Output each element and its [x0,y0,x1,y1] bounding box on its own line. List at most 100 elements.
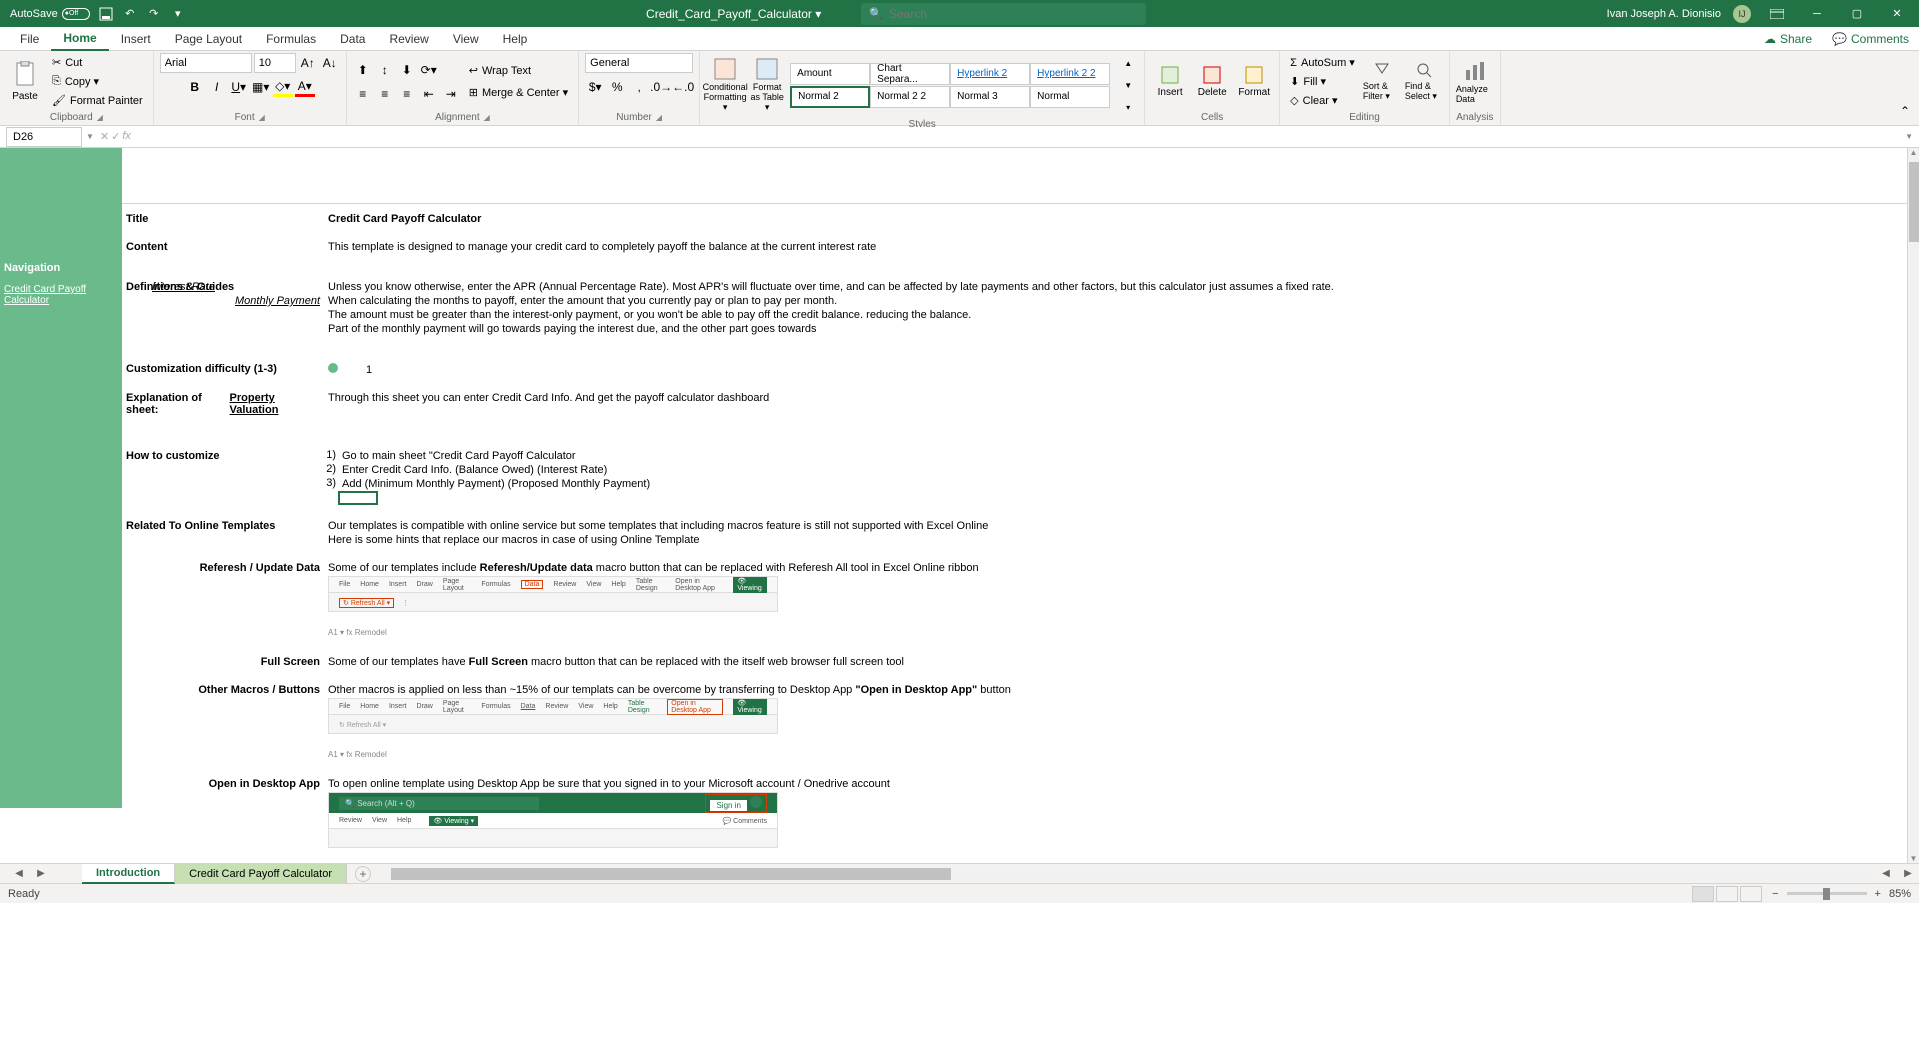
increase-decimal-icon[interactable]: .0→ [651,77,671,97]
italic-button[interactable]: I [207,77,227,97]
find-select-button[interactable]: Find & Select ▾ [1405,54,1443,110]
accounting-format-icon[interactable]: $▾ [585,77,605,97]
align-left-icon[interactable]: ≡ [353,84,373,104]
format-as-table-button[interactable]: Format as Table ▾ [748,57,786,113]
avatar[interactable]: IJ [1733,5,1751,23]
view-page-break-icon[interactable] [1740,886,1762,902]
tab-view[interactable]: View [441,27,491,51]
clear-button[interactable]: ◇ Clear ▾ [1286,92,1359,110]
user-name[interactable]: Ivan Joseph A. Dionisio [1607,8,1721,20]
bold-button[interactable]: B [185,77,205,97]
format-cells-button[interactable]: Format [1235,54,1273,110]
view-page-layout-icon[interactable] [1716,886,1738,902]
insert-cells-button[interactable]: Insert [1151,54,1189,110]
fx-icon[interactable]: fx [122,130,131,143]
autosave-toggle[interactable]: AutoSave ● Off [10,8,90,20]
formula-input[interactable] [137,127,1905,147]
maximize-icon[interactable]: ▢ [1843,0,1871,27]
style-normal3[interactable]: Normal 3 [950,86,1030,108]
number-launcher-icon[interactable]: ◢ [656,113,662,122]
style-normal22[interactable]: Normal 2 2 [870,86,950,108]
alignment-launcher-icon[interactable]: ◢ [484,113,490,122]
comments-button[interactable]: 💬 Comments [1822,32,1919,46]
underline-button[interactable]: U▾ [229,77,249,97]
increase-indent-icon[interactable]: ⇥ [441,84,461,104]
style-hyperlink2[interactable]: Hyperlink 2 [950,63,1030,85]
orientation-icon[interactable]: ⟳▾ [419,60,439,80]
sort-filter-button[interactable]: Sort & Filter ▾ [1363,54,1401,110]
collapse-ribbon-icon[interactable]: ⌃ [1895,101,1915,121]
style-hyperlink22[interactable]: Hyperlink 2 2 [1030,63,1110,85]
number-format-select[interactable] [585,53,693,73]
add-sheet-button[interactable]: + [355,866,371,882]
font-name-select[interactable] [160,53,252,73]
border-button[interactable]: ▦▾ [251,77,271,97]
minimize-icon[interactable]: ─ [1803,0,1831,27]
tab-help[interactable]: Help [491,27,540,51]
style-amount[interactable]: Amount [790,63,870,85]
tab-insert[interactable]: Insert [109,27,163,51]
sheet-nav-next[interactable]: ▶ [30,868,52,879]
style-chart-separa[interactable]: Chart Separa... [870,63,950,85]
undo-icon[interactable]: ↶ [122,6,138,22]
decrease-font-icon[interactable]: A↓ [320,53,340,73]
document-title[interactable]: Credit_Card_Payoff_Calculator ▾ [646,7,821,21]
view-normal-icon[interactable] [1692,886,1714,902]
vertical-scroll-thumb[interactable] [1909,162,1919,242]
align-top-icon[interactable]: ⬆ [353,60,373,80]
search-input[interactable] [889,7,1138,21]
font-color-button[interactable]: A▾ [295,77,315,97]
styles-up-icon[interactable]: ▲ [1118,53,1138,73]
align-middle-icon[interactable]: ↕ [375,60,395,80]
percent-format-icon[interactable]: % [607,77,627,97]
close-icon[interactable]: ✕ [1883,0,1911,27]
tab-formulas[interactable]: Formulas [254,27,328,51]
decrease-indent-icon[interactable]: ⇤ [419,84,439,104]
nav-link-ccpc[interactable]: Credit Card Payoff Calculator [0,280,122,310]
paste-button[interactable]: Paste [6,54,44,110]
sheet-tab-introduction[interactable]: Introduction [82,864,175,884]
name-box[interactable]: D26 [6,127,82,147]
zoom-out-icon[interactable]: − [1772,888,1778,900]
zoom-level[interactable]: 85% [1889,888,1911,900]
qat-dropdown-icon[interactable]: ▾ [170,6,186,22]
align-right-icon[interactable]: ≡ [397,84,417,104]
accept-formula-icon[interactable]: ✓ [111,130,120,143]
comma-format-icon[interactable]: , [629,77,649,97]
tab-review[interactable]: Review [377,27,440,51]
conditional-formatting-button[interactable]: Conditional Formatting ▾ [706,57,744,113]
search-box[interactable]: 🔍 [861,3,1146,25]
styles-more-icon[interactable]: ▾ [1118,97,1138,117]
zoom-in-icon[interactable]: + [1875,888,1881,900]
zoom-slider[interactable] [1787,892,1867,895]
cut-button[interactable]: ✂ Cut [48,54,147,72]
save-icon[interactable] [98,6,114,22]
align-center-icon[interactable]: ≡ [375,84,395,104]
ribbon-mode-icon[interactable] [1763,0,1791,27]
horizontal-scroll-thumb[interactable] [391,868,951,880]
clipboard-launcher-icon[interactable]: ◢ [97,113,103,122]
vertical-scrollbar[interactable]: ▲ ▼ [1907,148,1919,863]
fill-button[interactable]: ⬇ Fill ▾ [1286,73,1359,91]
align-bottom-icon[interactable]: ⬇ [397,60,417,80]
tab-data[interactable]: Data [328,27,377,51]
styles-down-icon[interactable]: ▼ [1118,75,1138,95]
delete-cells-button[interactable]: Delete [1193,54,1231,110]
sheet-nav-prev[interactable]: ◀ [8,868,30,879]
analyze-data-button[interactable]: Analyze Data [1456,54,1494,110]
share-button[interactable]: ☁ Share [1754,32,1822,46]
increase-font-icon[interactable]: A↑ [298,53,318,73]
tab-home[interactable]: Home [51,27,108,51]
horizontal-scrollbar[interactable] [391,867,1875,881]
style-normal[interactable]: Normal [1030,86,1110,108]
redo-icon[interactable]: ↷ [146,6,162,22]
formula-expand-icon[interactable]: ▼ [1905,132,1913,141]
style-normal2[interactable]: Normal 2 [790,86,870,108]
tab-file[interactable]: File [8,27,51,51]
wrap-text-button[interactable]: ↩ Wrap Text [465,62,572,80]
cancel-formula-icon[interactable]: ✕ [100,130,109,143]
sheet-tab-ccpc[interactable]: Credit Card Payoff Calculator [175,864,347,884]
merge-center-button[interactable]: ⊞ Merge & Center ▾ [465,84,572,102]
font-launcher-icon[interactable]: ◢ [259,113,265,122]
decrease-decimal-icon[interactable]: ←.0 [673,77,693,97]
